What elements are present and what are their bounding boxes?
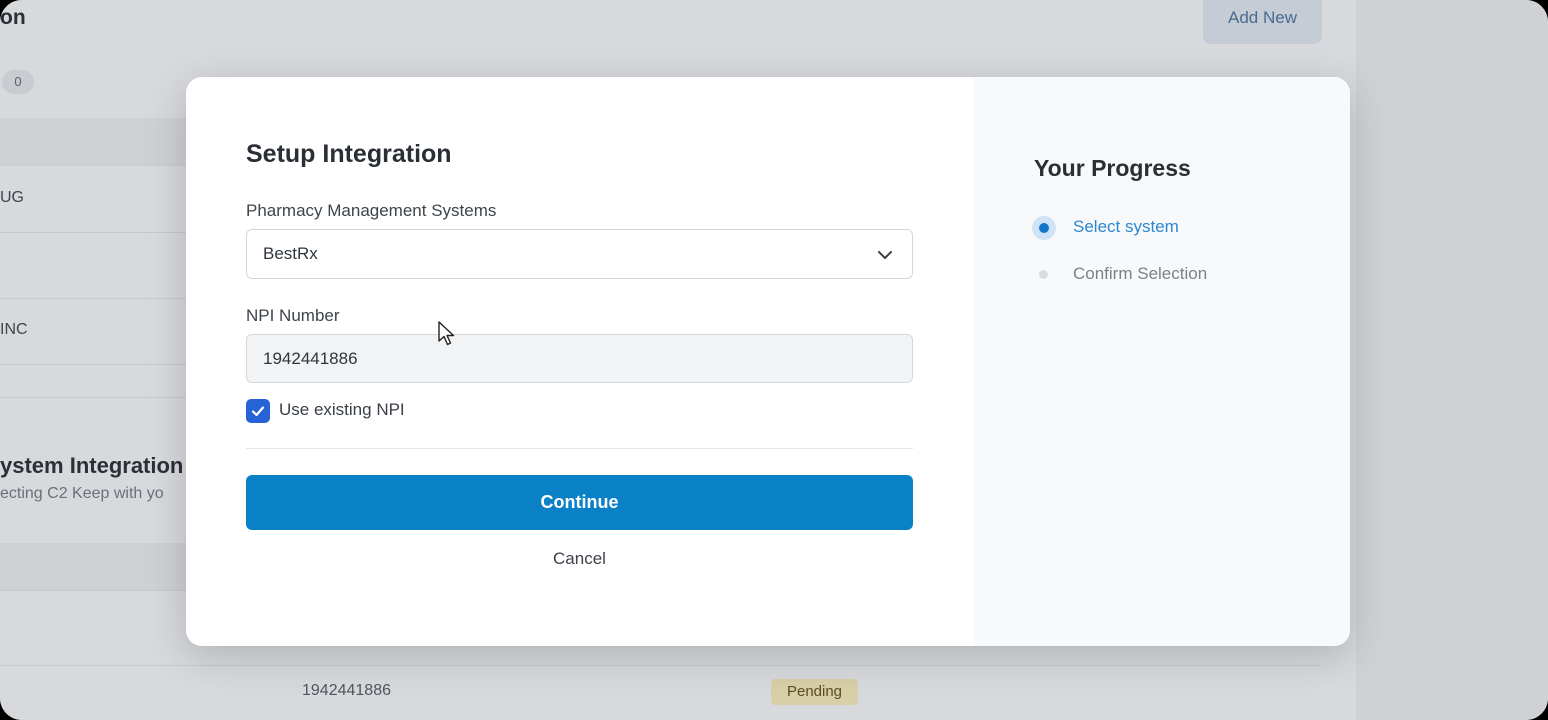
step-inactive-dot-icon bbox=[1039, 270, 1048, 279]
use-existing-npi-checkbox[interactable] bbox=[246, 399, 270, 423]
setup-integration-modal: Setup Integration Pharmacy Management Sy… bbox=[186, 77, 1350, 646]
checkmark-icon bbox=[251, 406, 265, 417]
step-active-dot-icon bbox=[1032, 216, 1056, 240]
chevron-down-icon bbox=[876, 246, 894, 264]
background-page-title: on bbox=[0, 6, 26, 29]
modal-title: Setup Integration bbox=[246, 140, 452, 168]
continue-button[interactable]: Continue bbox=[246, 475, 913, 530]
screen: on 0 Add New UG INC ystem Integration ec… bbox=[0, 0, 1548, 720]
pms-select[interactable]: BestRx bbox=[246, 229, 913, 279]
cancel-button[interactable]: Cancel bbox=[246, 547, 913, 571]
background-section-title: ystem Integration bbox=[0, 453, 184, 478]
progress-panel: Your Progress Select system Confirm Sele… bbox=[974, 77, 1350, 646]
background-right-panel bbox=[1356, 0, 1548, 720]
pms-label: Pharmacy Management Systems bbox=[246, 201, 497, 220]
background-row-text: INC bbox=[0, 321, 28, 338]
status-badge: Pending bbox=[771, 679, 858, 705]
npi-label: NPI Number bbox=[246, 306, 340, 325]
background-section-subtitle: ecting C2 Keep with yo bbox=[0, 485, 164, 502]
divider bbox=[246, 448, 913, 449]
step-label: Confirm Selection bbox=[1073, 264, 1208, 283]
add-new-button[interactable]: Add New bbox=[1203, 0, 1322, 44]
modal-form-panel: Setup Integration Pharmacy Management Sy… bbox=[186, 77, 974, 646]
background-row-text: UG bbox=[0, 189, 24, 206]
background-npi-cell: 1942441886 bbox=[302, 682, 391, 699]
pms-selected-value: BestRx bbox=[263, 244, 318, 263]
background-count-badge: 0 bbox=[2, 70, 34, 94]
npi-input[interactable]: 1942441886 bbox=[246, 334, 913, 383]
step-label: Select system bbox=[1073, 217, 1179, 236]
npi-input-value: 1942441886 bbox=[263, 349, 358, 368]
progress-title: Your Progress bbox=[1034, 155, 1191, 181]
use-existing-npi-label[interactable]: Use existing NPI bbox=[279, 400, 405, 420]
table-row bbox=[0, 665, 1320, 666]
mouse-cursor-icon bbox=[438, 321, 455, 346]
